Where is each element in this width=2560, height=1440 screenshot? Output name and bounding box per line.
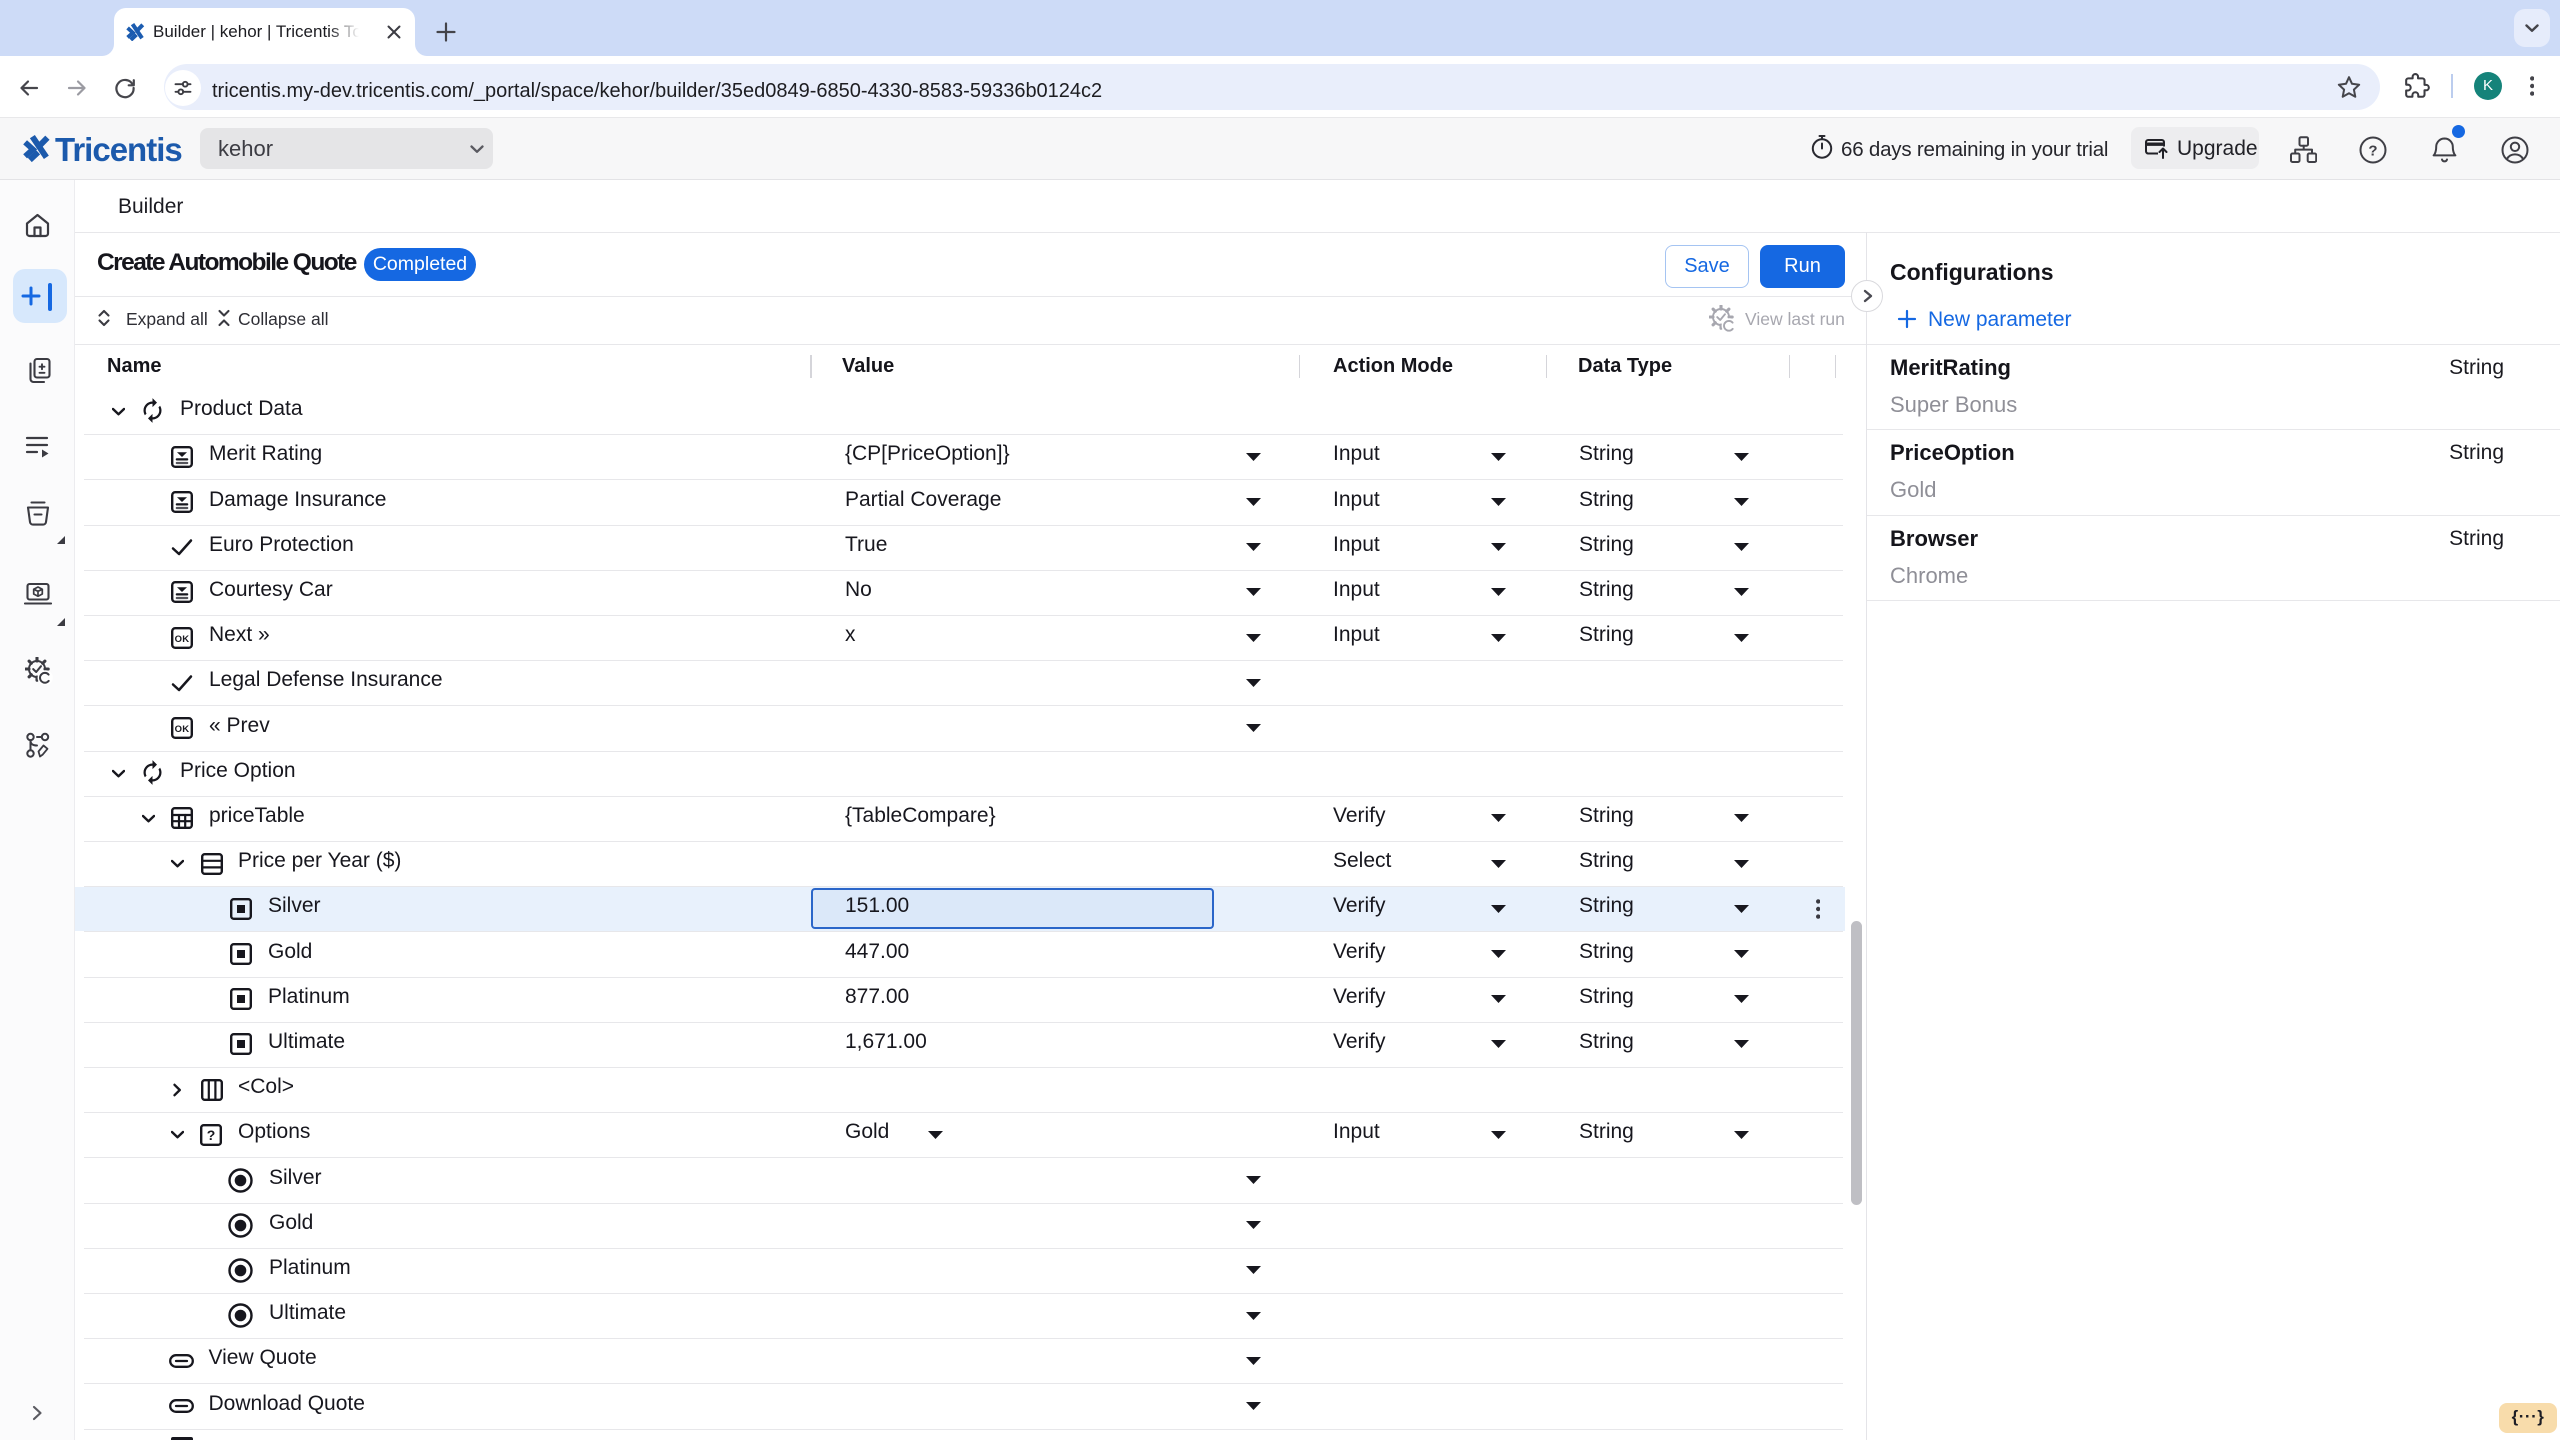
svg-text:OK: OK [175,724,190,735]
svg-text:?: ? [207,1127,216,1143]
svg-text:?: ? [2368,143,2377,160]
svg-text:OK: OK [175,634,190,645]
